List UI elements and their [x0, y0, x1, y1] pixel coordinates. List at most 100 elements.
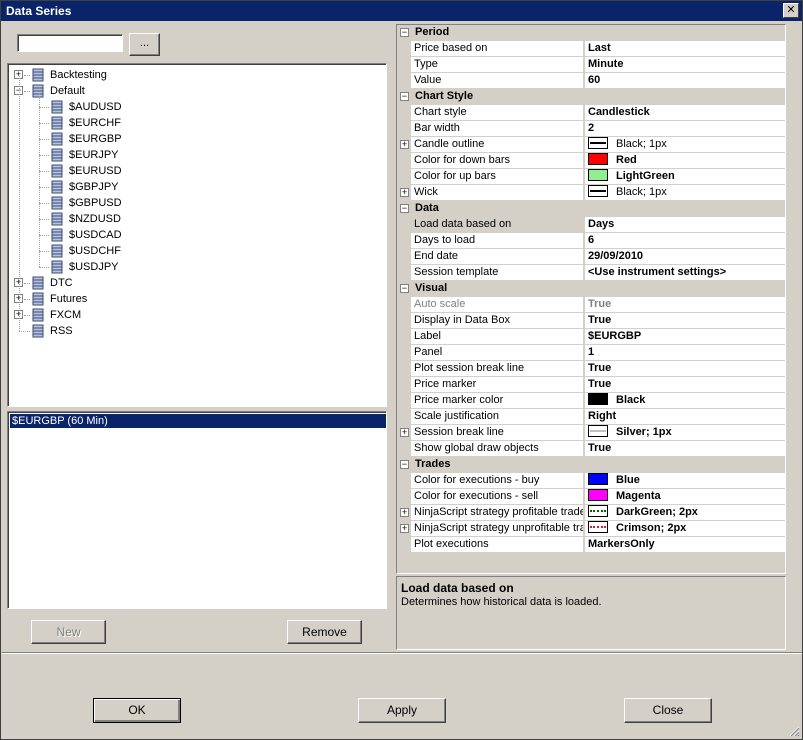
tree-leaf[interactable]: $EURJPY — [8, 147, 378, 163]
property-value[interactable]: Black; 1px — [584, 185, 785, 201]
property-value[interactable]: DarkGreen; 2px — [584, 505, 785, 521]
browse-button[interactable]: ... — [129, 33, 160, 56]
property-value[interactable]: Red — [584, 153, 785, 169]
tree-leaf[interactable]: $AUDUSD — [8, 99, 378, 115]
property-row[interactable]: Color for down bars Red — [397, 153, 785, 169]
property-row[interactable]: Color for up bars LightGreen — [397, 169, 785, 185]
property-row[interactable]: Price based on Last — [397, 41, 785, 57]
close-window-button[interactable]: ✕ — [783, 3, 799, 18]
tree-node-futures[interactable]: + Futures — [8, 291, 378, 307]
series-list[interactable]: $EURGBP (60 Min) — [7, 411, 387, 609]
expand-icon[interactable]: + — [400, 524, 409, 533]
collapse-icon[interactable]: − — [400, 92, 409, 101]
property-value[interactable]: Magenta — [584, 489, 785, 505]
property-value-text: Days — [588, 218, 615, 230]
tree-node-fxcm[interactable]: + FXCM — [8, 307, 378, 323]
property-value[interactable]: Blue — [584, 473, 785, 489]
instrument-tree[interactable]: + Backtesting − Default $AUDUSD $EURCHF $EURGB… — [7, 63, 387, 407]
tree-node-backtesting[interactable]: + Backtesting — [8, 67, 378, 83]
series-list-item[interactable]: $EURGBP (60 Min) — [10, 414, 386, 428]
property-value[interactable]: Last — [584, 41, 785, 57]
property-value[interactable]: Crimson; 2px — [584, 521, 785, 537]
title-bar[interactable]: Data Series ✕ — [1, 1, 802, 21]
remove-button[interactable]: Remove — [287, 620, 362, 644]
property-value[interactable]: True — [584, 313, 785, 329]
property-row[interactable]: Show global draw objects True — [397, 441, 785, 457]
property-row[interactable]: + Session break line Silver; 1px — [397, 425, 785, 441]
property-row[interactable]: Plot session break line True — [397, 361, 785, 377]
property-value[interactable]: 2 — [584, 121, 785, 137]
expand-icon[interactable]: + — [400, 508, 409, 517]
property-row[interactable]: + NinjaScript strategy profitable trades D… — [397, 505, 785, 521]
property-value[interactable]: Silver; 1px — [584, 425, 785, 441]
category-chart-style[interactable]: − Chart Style — [397, 89, 785, 105]
property-row[interactable]: Color for executions - buy Blue — [397, 473, 785, 489]
property-row[interactable]: + Wick Black; 1px — [397, 185, 785, 201]
tree-leaf[interactable]: $NZDUSD — [8, 211, 378, 227]
resize-grip-icon[interactable] — [788, 725, 800, 737]
property-row[interactable]: Panel 1 — [397, 345, 785, 361]
collapse-icon[interactable]: − — [400, 204, 409, 213]
property-row[interactable]: + Candle outline Black; 1px — [397, 137, 785, 153]
tree-node-dtc[interactable]: + DTC — [8, 275, 378, 291]
property-value[interactable]: LightGreen — [584, 169, 785, 185]
expand-icon[interactable]: + — [400, 140, 409, 149]
property-row[interactable]: Plot executions MarkersOnly — [397, 537, 785, 553]
close-button[interactable]: Close — [624, 698, 712, 723]
property-value[interactable]: MarkersOnly — [584, 537, 785, 553]
property-value[interactable]: 29/09/2010 — [584, 249, 785, 265]
property-row[interactable]: Display in Data Box True — [397, 313, 785, 329]
property-value[interactable]: Black; 1px — [584, 137, 785, 153]
tree-leaf[interactable]: $EURGBP — [8, 131, 378, 147]
apply-button[interactable]: Apply — [358, 698, 446, 723]
property-value[interactable]: Black — [584, 393, 785, 409]
expand-icon[interactable]: + — [400, 428, 409, 437]
property-row[interactable]: Type Minute — [397, 57, 785, 73]
tree-node-rss[interactable]: RSS — [8, 323, 378, 339]
property-row[interactable]: Value 60 — [397, 73, 785, 89]
property-value[interactable]: $EURGBP — [584, 329, 785, 345]
property-row[interactable]: Price marker True — [397, 377, 785, 393]
property-row[interactable]: Load data based on Days — [397, 217, 785, 233]
property-row[interactable]: Label $EURGBP — [397, 329, 785, 345]
property-value[interactable]: True — [584, 441, 785, 457]
collapse-icon[interactable]: − — [400, 28, 409, 37]
property-value[interactable]: Minute — [584, 57, 785, 73]
property-value[interactable]: 1 — [584, 345, 785, 361]
property-row[interactable]: +NinjaScript strategy unprofitable trade… — [397, 521, 785, 537]
tree-leaf[interactable]: $USDJPY — [8, 259, 378, 275]
property-value[interactable]: <Use instrument settings> — [584, 265, 785, 281]
property-value[interactable]: Days — [584, 217, 785, 233]
tree-leaf[interactable]: $USDCHF — [8, 243, 378, 259]
property-value[interactable]: Candlestick — [584, 105, 785, 121]
property-row[interactable]: Session template <Use instrument settings… — [397, 265, 785, 281]
property-row[interactable]: Scale justification Right — [397, 409, 785, 425]
tree-node-default[interactable]: − Default — [8, 83, 378, 99]
property-value[interactable]: 60 — [584, 73, 785, 89]
collapse-icon[interactable]: − — [400, 284, 409, 293]
property-value[interactable]: True — [584, 377, 785, 393]
property-row[interactable]: Chart style Candlestick — [397, 105, 785, 121]
category-trades[interactable]: − Trades — [397, 457, 785, 473]
category-visual[interactable]: − Visual — [397, 281, 785, 297]
category-period[interactable]: − Period — [397, 25, 785, 41]
property-row[interactable]: Price marker color Black — [397, 393, 785, 409]
property-grid[interactable]: − Period Price based on Last Type Minute Value… — [396, 24, 786, 574]
tree-leaf[interactable]: $EURCHF — [8, 115, 378, 131]
ok-button[interactable]: OK — [93, 698, 181, 723]
tree-leaf[interactable]: $USDCAD — [8, 227, 378, 243]
property-row[interactable]: Color for executions - sell Magenta — [397, 489, 785, 505]
tree-leaf[interactable]: $GBPJPY — [8, 179, 378, 195]
collapse-icon[interactable]: − — [400, 460, 409, 469]
expand-icon[interactable]: + — [400, 188, 409, 197]
tree-leaf[interactable]: $EURUSD — [8, 163, 378, 179]
tree-leaf[interactable]: $GBPUSD — [8, 195, 378, 211]
property-row[interactable]: Bar width 2 — [397, 121, 785, 137]
property-value[interactable]: True — [584, 361, 785, 377]
instrument-search-input[interactable] — [17, 34, 123, 52]
property-row[interactable]: End date 29/09/2010 — [397, 249, 785, 265]
property-row[interactable]: Days to load 6 — [397, 233, 785, 249]
property-value[interactable]: Right — [584, 409, 785, 425]
property-value[interactable]: 6 — [584, 233, 785, 249]
category-data[interactable]: − Data — [397, 201, 785, 217]
